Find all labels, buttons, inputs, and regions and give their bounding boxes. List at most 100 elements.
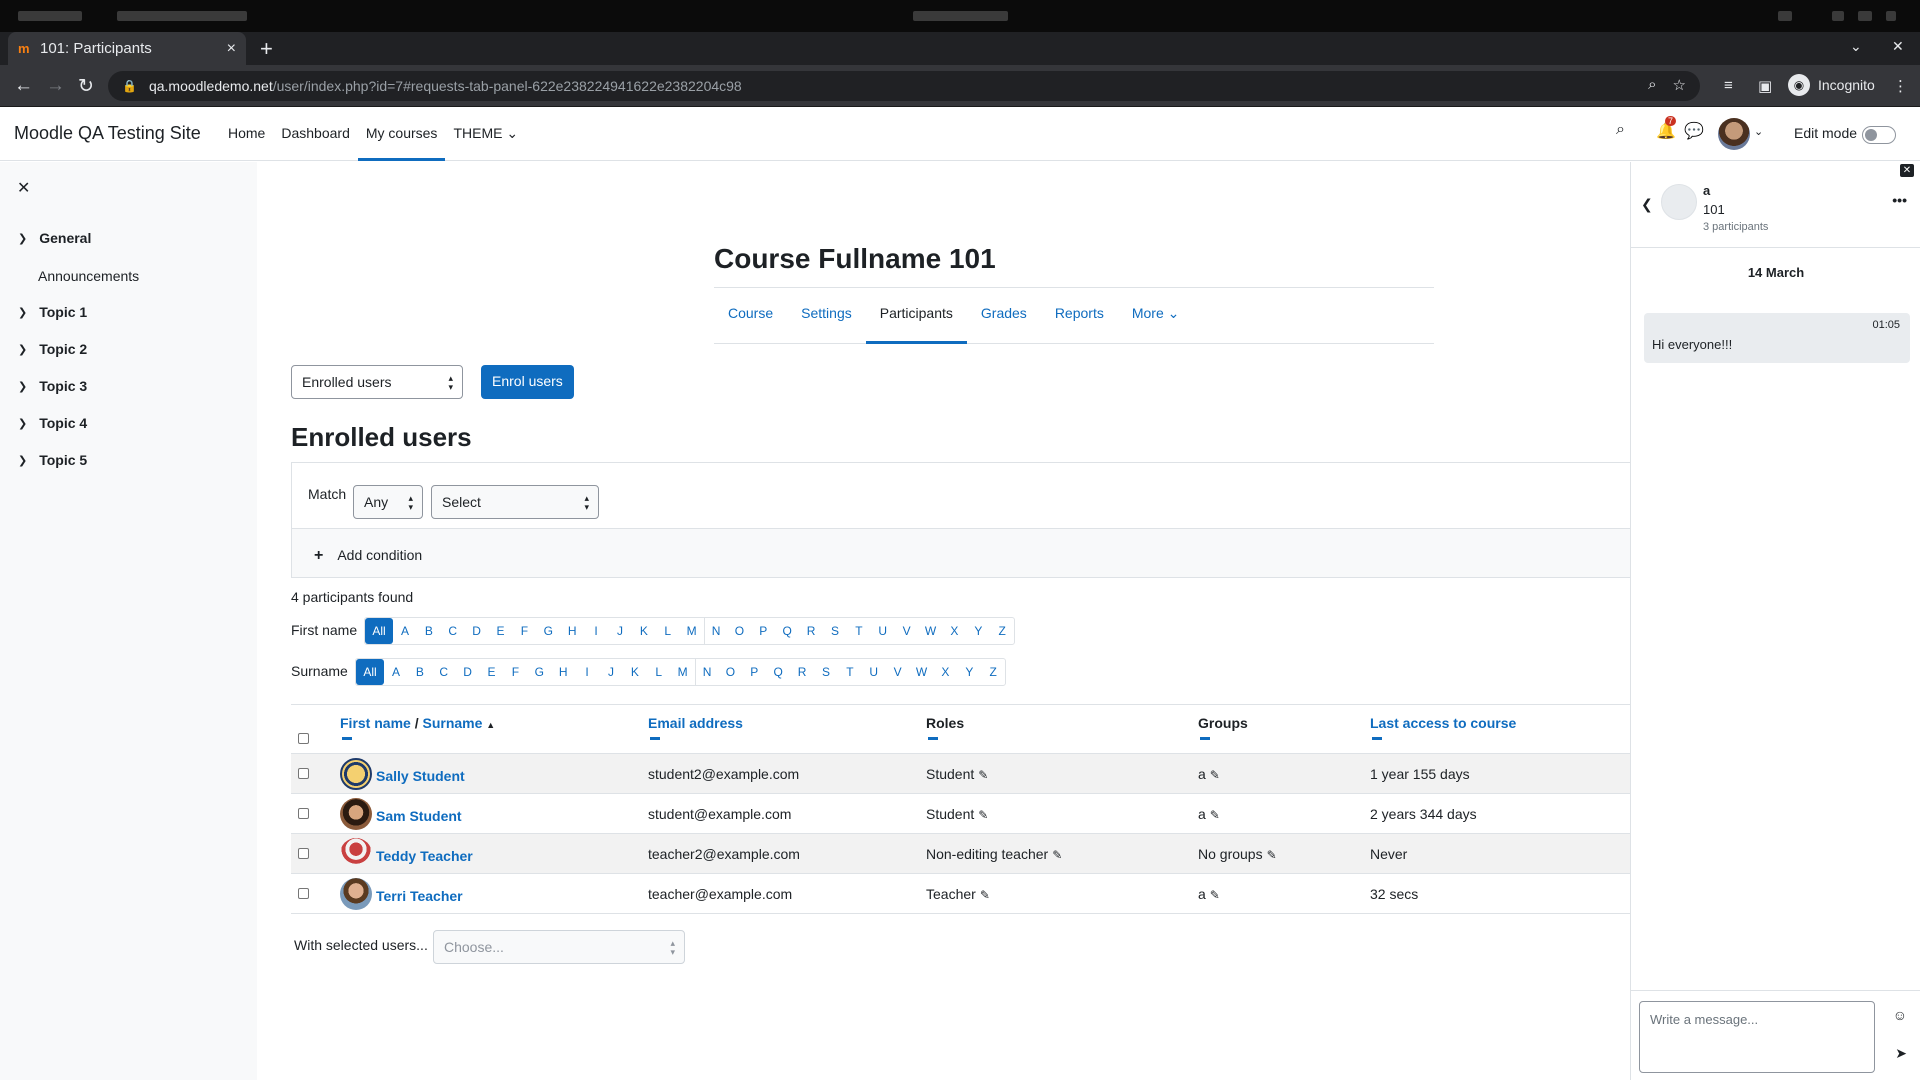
back-icon[interactable]: ← [14, 75, 33, 97]
firstname-initial-d[interactable]: D [465, 618, 489, 644]
edit-mode-toggle[interactable] [1862, 126, 1896, 144]
edit-pencil-icon[interactable]: ✎ [980, 888, 990, 902]
bulk-action-select[interactable]: Choose... ▴ ▾ [433, 930, 685, 964]
surname-initial-u[interactable]: U [862, 659, 886, 685]
message-input[interactable]: Write a message... [1639, 1001, 1875, 1073]
forward-icon[interactable]: → [46, 75, 65, 97]
chevron-down-icon[interactable]: ❯ [18, 380, 27, 393]
surname-initial-l[interactable]: L [647, 659, 671, 685]
hide-column-icon[interactable] [1200, 737, 1210, 740]
nav-dashboard[interactable]: Dashboard [273, 107, 358, 161]
firstname-initial-i[interactable]: I [584, 618, 608, 644]
participants-view-select[interactable]: Enrolled users ▴ ▾ [291, 365, 463, 399]
conversation-participant-count[interactable]: 3 participants [1703, 221, 1768, 233]
sort-firstname-link[interactable]: First name [340, 715, 411, 731]
match-select[interactable]: Any ▴ ▾ [353, 485, 423, 519]
side-panel-icon[interactable]: ▣ [1758, 77, 1772, 95]
firstname-initial-z[interactable]: Z [990, 618, 1014, 644]
surname-initial-g[interactable]: G [527, 659, 551, 685]
enrol-users-button[interactable]: Enrol users [481, 365, 574, 399]
surname-initial-t[interactable]: T [838, 659, 862, 685]
firstname-initial-a[interactable]: A [393, 618, 417, 644]
messages-icon[interactable]: 💬 [1684, 121, 1704, 141]
course-index-section-general[interactable]: ❯ General [18, 230, 91, 246]
firstname-initial-r[interactable]: R [799, 618, 823, 644]
firstname-initial-m[interactable]: M [680, 618, 704, 644]
surname-initial-h[interactable]: H [551, 659, 575, 685]
surname-initial-n[interactable]: N [694, 659, 719, 685]
surname-initial-i[interactable]: I [575, 659, 599, 685]
firstname-initial-q[interactable]: Q [775, 618, 799, 644]
course-index-section-topic-1[interactable]: ❯ Topic 1 [18, 304, 87, 320]
nav-home[interactable]: Home [220, 107, 273, 161]
chevron-down-icon[interactable]: ❯ [18, 417, 27, 430]
user-avatar[interactable] [1718, 118, 1750, 150]
firstname-initial-b[interactable]: B [417, 618, 441, 644]
participant-name-link[interactable]: Sam Student [340, 798, 462, 830]
surname-initial-x[interactable]: X [933, 659, 957, 685]
column-header-email[interactable]: Email address [648, 715, 743, 740]
close-drawer-icon[interactable]: ✕ [1900, 164, 1914, 177]
surname-initial-e[interactable]: E [480, 659, 504, 685]
surname-initial-c[interactable]: C [432, 659, 456, 685]
nav-my-courses[interactable]: My courses [357, 107, 446, 161]
edit-pencil-icon[interactable]: ✎ [1210, 808, 1220, 822]
firstname-initial-l[interactable]: L [656, 618, 680, 644]
hide-column-icon[interactable] [928, 737, 938, 740]
zoom-icon[interactable]: ⌕ [1648, 76, 1656, 94]
back-chevron-icon[interactable]: ❮ [1641, 196, 1653, 213]
bookmark-star-icon[interactable]: ☆ [1673, 76, 1686, 94]
firstname-initial-p[interactable]: P [751, 618, 775, 644]
firstname-initial-e[interactable]: E [489, 618, 513, 644]
edit-pencil-icon[interactable]: ✎ [1210, 888, 1220, 902]
chevron-down-icon[interactable]: ❯ [18, 454, 27, 467]
row-select-checkbox[interactable] [298, 808, 309, 819]
filter-type-select[interactable]: Select ▴ ▾ [431, 485, 599, 519]
course-index-section-topic-4[interactable]: ❯ Topic 4 [18, 415, 87, 431]
close-drawer-icon[interactable]: ✕ [17, 178, 30, 198]
surname-initial-d[interactable]: D [456, 659, 480, 685]
firstname-initial-o[interactable]: O [727, 618, 751, 644]
nav-theme-dropdown[interactable]: THEME ⌄ [445, 107, 526, 161]
firstname-initial-g[interactable]: G [536, 618, 560, 644]
surname-initial-b[interactable]: B [408, 659, 432, 685]
course-index-section-topic-2[interactable]: ❯ Topic 2 [18, 341, 87, 357]
row-select-checkbox[interactable] [298, 848, 309, 859]
firstname-initial-all[interactable]: All [365, 618, 393, 644]
hide-column-icon[interactable] [1372, 737, 1382, 740]
tab-more[interactable]: More ⌄ [1118, 288, 1194, 344]
chevron-down-icon[interactable]: ❯ [18, 232, 27, 245]
chevron-down-icon[interactable]: ❯ [18, 306, 27, 319]
firstname-initial-t[interactable]: T [847, 618, 871, 644]
participant-name-link[interactable]: Sally Student [340, 758, 465, 790]
tab-settings[interactable]: Settings [787, 288, 866, 344]
surname-initial-k[interactable]: K [623, 659, 647, 685]
more-options-icon[interactable]: ••• [1892, 192, 1907, 208]
tab-grades[interactable]: Grades [967, 288, 1041, 344]
media-icon[interactable]: ≡ [1724, 77, 1733, 94]
send-icon[interactable]: ➤ [1895, 1045, 1907, 1062]
surname-initial-o[interactable]: O [718, 659, 742, 685]
browser-menu-icon[interactable]: ⋮ [1893, 77, 1908, 95]
surname-initial-z[interactable]: Z [981, 659, 1005, 685]
surname-initial-m[interactable]: M [671, 659, 695, 685]
emoji-icon[interactable]: ☺ [1893, 1007, 1907, 1023]
participant-name-link[interactable]: Terri Teacher [340, 878, 463, 910]
edit-pencil-icon[interactable]: ✎ [1052, 848, 1062, 862]
address-bar[interactable]: 🔒 qa.moodledemo.net/user/index.php?id=7#… [108, 71, 1700, 101]
edit-pencil-icon[interactable]: ✎ [1267, 848, 1277, 862]
edit-pencil-icon[interactable]: ✎ [978, 808, 988, 822]
window-close-icon[interactable]: ✕ [1892, 38, 1904, 55]
firstname-initial-h[interactable]: H [560, 618, 584, 644]
surname-initial-s[interactable]: S [814, 659, 838, 685]
row-select-checkbox[interactable] [298, 768, 309, 779]
select-all-checkbox[interactable] [298, 733, 309, 744]
new-tab-icon[interactable]: + [260, 36, 273, 62]
tab-participants[interactable]: Participants [865, 288, 967, 344]
row-select-checkbox[interactable] [298, 888, 309, 899]
surname-initial-y[interactable]: Y [957, 659, 981, 685]
course-index-section-topic-5[interactable]: ❯ Topic 5 [18, 452, 87, 468]
chevron-down-icon[interactable]: ❯ [18, 343, 27, 356]
surname-initial-f[interactable]: F [503, 659, 527, 685]
firstname-initial-n[interactable]: N [703, 618, 728, 644]
